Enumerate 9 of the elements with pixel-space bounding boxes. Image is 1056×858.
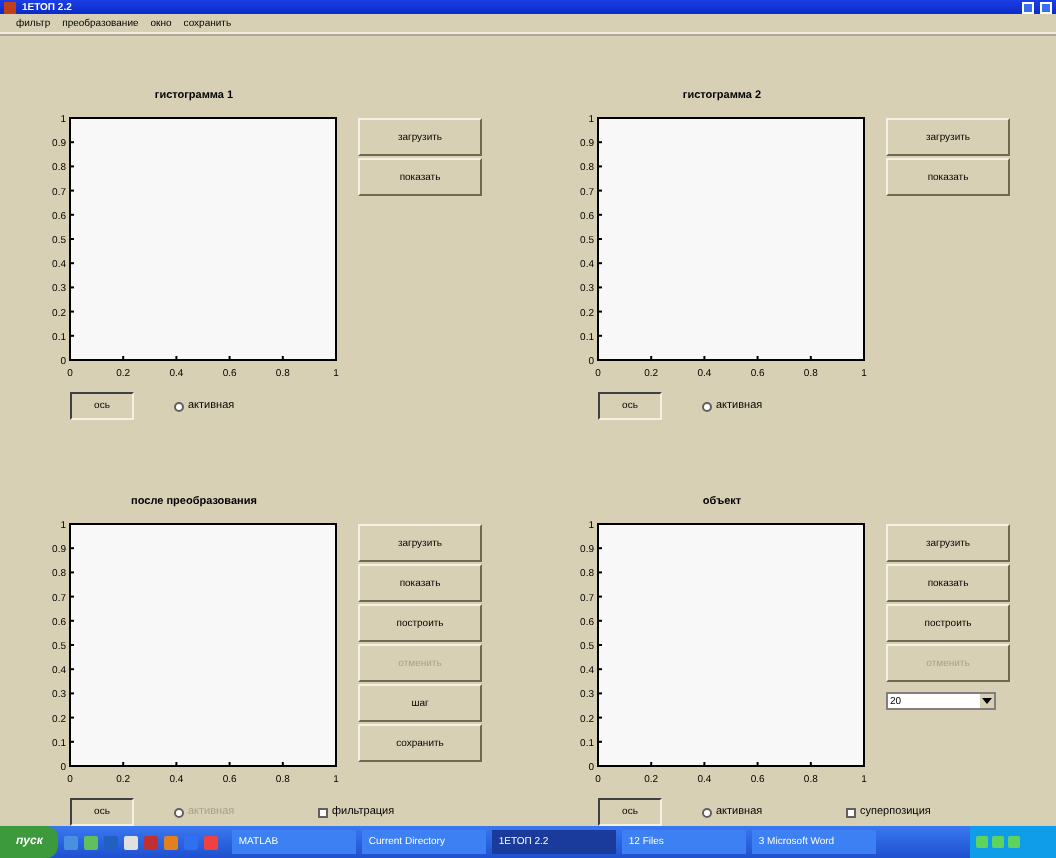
radio-button[interactable] bbox=[174, 401, 184, 411]
caret-icon bbox=[980, 694, 994, 708]
maximize-button[interactable] bbox=[1040, 1, 1052, 14]
checkbox[interactable] bbox=[318, 807, 328, 817]
radio-button[interactable] bbox=[702, 401, 712, 411]
checkbox[interactable] bbox=[846, 807, 856, 817]
radio-button[interactable] bbox=[702, 807, 712, 817]
app-icon bbox=[4, 1, 16, 14]
minimize-button[interactable] bbox=[1022, 1, 1034, 14]
